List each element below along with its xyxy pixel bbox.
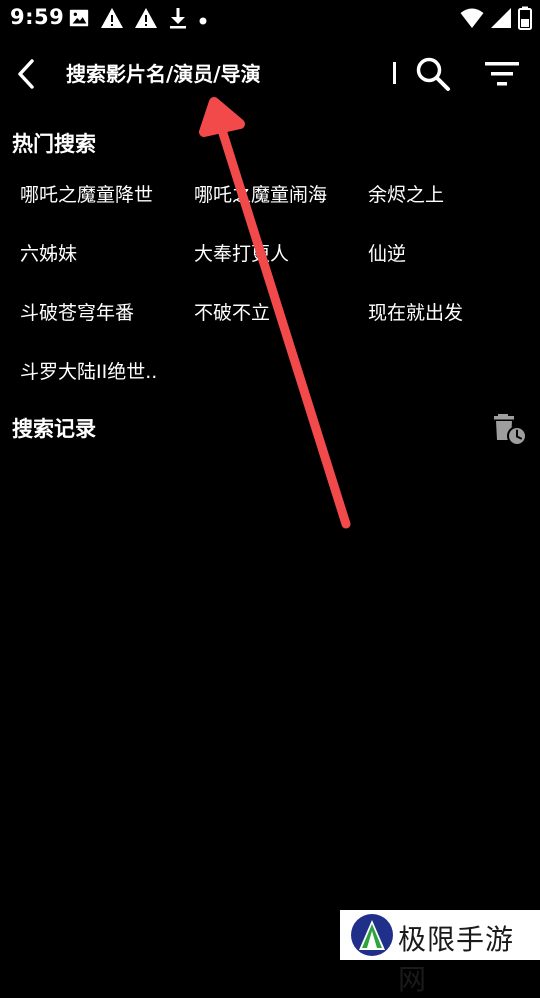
warning-icon [134,7,158,33]
hot-search-item[interactable]: 斗罗大陆II绝世.. [20,357,157,384]
download-icon [168,7,188,33]
status-bar: 9:59 [0,0,540,36]
hot-search-title: 热门搜索 [12,132,96,156]
image-icon [68,7,90,33]
delete-history-button[interactable] [490,409,530,449]
wifi-icon [460,7,484,33]
watermark-logo-icon [351,914,393,956]
status-icons-right [460,6,532,34]
hot-search-item[interactable]: 六姊妹 [20,239,77,266]
battery-icon [518,6,532,34]
hot-search-item[interactable]: 不破不立 [194,298,270,325]
chevron-left-icon [18,59,34,89]
text-cursor [393,62,396,84]
search-history-title: 搜索记录 [12,417,96,441]
signal-icon [490,7,512,33]
filter-icon [485,62,519,86]
hot-search-item[interactable]: 现在就出发 [368,298,463,325]
hot-search-item[interactable]: 仙逆 [368,239,406,266]
hot-search-item[interactable]: 哪吒之魔童降世 [20,180,153,207]
trash-clock-icon [494,414,527,446]
status-time: 9:59 [10,5,65,29]
status-icons-left [68,7,208,33]
warning-icon [100,7,124,33]
search-button[interactable] [412,54,454,94]
back-button[interactable] [8,54,44,94]
hot-search-item[interactable]: 余烬之上 [368,180,444,207]
hot-search-item[interactable]: 斗破苍穹年番 [20,298,134,325]
filter-button[interactable] [480,54,524,94]
hot-search-item[interactable]: 大奉打更人 [194,239,289,266]
hot-search-item[interactable]: 哪吒之魔童闹海 [194,180,327,207]
watermark-text: 极限手游网 [398,923,515,996]
search-icon [416,57,450,91]
dot-icon [198,11,208,30]
watermark: 极限手游网 [340,910,540,996]
search-toolbar [0,40,540,108]
search-input[interactable] [66,58,386,90]
